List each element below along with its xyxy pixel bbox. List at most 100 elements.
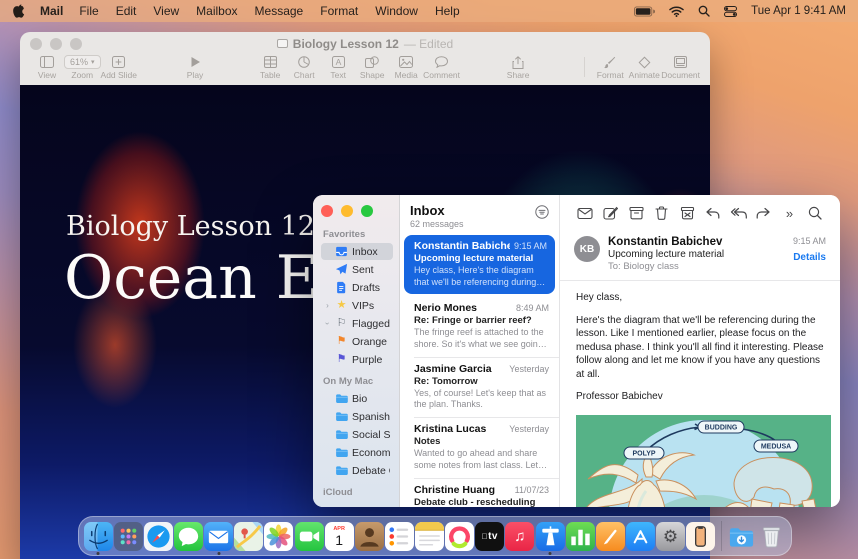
sidebar-item-sent[interactable]: Sent: [321, 261, 393, 278]
sidebar-item-label: Economics: [352, 447, 390, 459]
keynote-tool-add-slide[interactable]: Add Slide: [101, 55, 137, 80]
keynote-tool-comment[interactable]: Comment: [423, 55, 460, 80]
keynote-tool-format[interactable]: Format: [593, 55, 627, 80]
keynote-tool-share[interactable]: Share: [501, 55, 535, 80]
dock-numbers-icon[interactable]: [566, 522, 595, 551]
dock-facetime-icon[interactable]: [294, 522, 323, 551]
sidebar-item-spanish[interactable]: Spanish: [321, 408, 393, 425]
search-icon[interactable]: [804, 204, 826, 222]
chevron-right-icon[interactable]: ›: [324, 301, 331, 310]
wifi-icon[interactable]: [669, 6, 684, 17]
menu-format[interactable]: Format: [320, 4, 358, 18]
menu-edit[interactable]: Edit: [116, 4, 137, 18]
keynote-tool-document[interactable]: Document: [661, 55, 700, 80]
drafts-icon: [335, 281, 348, 294]
dock-messages-icon[interactable]: [174, 522, 203, 551]
sidebar-item-drafts[interactable]: Drafts: [321, 279, 393, 296]
apple-menu-icon[interactable]: [12, 4, 26, 18]
dock-iphone-mirroring-icon[interactable]: [686, 522, 715, 551]
dock-photos-icon[interactable]: [264, 522, 293, 551]
dock-downloads-icon[interactable]: [727, 522, 756, 551]
active-app-name[interactable]: Mail: [40, 4, 63, 18]
zoom-window-button[interactable]: [361, 205, 373, 217]
keynote-tool-view[interactable]: View: [30, 55, 64, 80]
search-icon[interactable]: [698, 5, 710, 17]
chevron-down-icon[interactable]: ›: [323, 320, 332, 327]
dock-trash-icon[interactable]: [757, 522, 786, 551]
dock-fitness-icon[interactable]: [445, 522, 474, 551]
message-row-konstantin-babichev[interactable]: Konstantin Babichev9:15 AMUpcoming lectu…: [404, 235, 555, 294]
battery-icon[interactable]: [634, 6, 655, 17]
menu-message[interactable]: Message: [255, 4, 304, 18]
control-center-icon[interactable]: [724, 6, 737, 17]
dock-calendar-icon[interactable]: APR1: [325, 522, 354, 551]
keynote-tool-zoom[interactable]: 61%▾Zoom: [64, 55, 101, 80]
sidebar-item-debate-club[interactable]: Debate Club: [321, 462, 393, 479]
inbox-icon: [335, 245, 348, 258]
dock-maps-icon[interactable]: [234, 522, 263, 551]
message-row-kristina-lucas[interactable]: Kristina LucasYesterdayNotesWanted to go…: [400, 417, 559, 477]
minimize-button[interactable]: [341, 205, 353, 217]
sidebar-item-vips[interactable]: ›★VIPs: [321, 297, 393, 314]
menu-mailbox[interactable]: Mailbox: [196, 4, 237, 18]
dock-keynote-icon[interactable]: [535, 522, 564, 551]
dock-music-icon[interactable]: ♫: [505, 522, 534, 551]
dock-notes-icon[interactable]: [415, 522, 444, 551]
keynote-window-title: Biology Lesson 12 — Edited: [20, 37, 710, 51]
avatar: KB: [574, 236, 600, 262]
compose-icon[interactable]: [600, 204, 622, 222]
more-icon[interactable]: »: [779, 204, 801, 222]
sidebar-item-orange[interactable]: ⚑Orange: [321, 333, 393, 350]
details-link[interactable]: Details: [793, 252, 826, 263]
dock-reminders-icon[interactable]: [385, 522, 414, 551]
keynote-title-bar[interactable]: Biology Lesson 12 — Edited: [20, 32, 710, 55]
menu-view[interactable]: View: [153, 4, 179, 18]
dock-appletv-icon[interactable]: tv: [475, 522, 504, 551]
keynote-tool-chart[interactable]: Chart: [287, 55, 321, 80]
running-indicator: [549, 552, 552, 555]
dock-contacts-icon[interactable]: [355, 522, 384, 551]
dock-mail-icon[interactable]: [204, 522, 233, 551]
dock-launchpad-icon[interactable]: [114, 522, 143, 551]
menu-window[interactable]: Window: [375, 4, 418, 18]
row-subject: Re: Tomorrow: [414, 376, 549, 387]
dock-finder-icon[interactable]: [84, 522, 113, 551]
reply-all-icon[interactable]: [727, 204, 749, 222]
keynote-tool-text[interactable]: AText: [321, 55, 355, 80]
mail-traffic-lights[interactable]: [321, 205, 393, 217]
menu-file[interactable]: File: [79, 4, 98, 18]
unread-icon[interactable]: [574, 204, 596, 222]
keynote-tool-media[interactable]: Media: [389, 55, 423, 80]
sidebar-item-inbox[interactable]: Inbox: [321, 243, 393, 260]
trash-icon[interactable]: [651, 204, 673, 222]
sidebar-item-label: Spanish: [352, 411, 390, 423]
sidebar-item-economics[interactable]: Economics: [321, 444, 393, 461]
close-button[interactable]: [321, 205, 333, 217]
sidebar-item-label: Inbox: [352, 246, 378, 258]
keynote-tool-play[interactable]: Play: [178, 55, 212, 80]
keynote-tool-table[interactable]: Table: [253, 55, 287, 80]
keynote-tool-shape[interactable]: Shape: [355, 55, 389, 80]
dock-settings-icon[interactable]: ⚙: [656, 522, 685, 551]
message-time: 9:15 AM: [793, 236, 826, 246]
menu-help[interactable]: Help: [435, 4, 460, 18]
sidebar-item-flagged[interactable]: ›⚐Flagged: [321, 315, 393, 332]
archive-icon[interactable]: [625, 204, 647, 222]
dock-pages-icon[interactable]: [596, 522, 625, 551]
forward-icon[interactable]: [753, 204, 775, 222]
dock-safari-icon[interactable]: [144, 522, 173, 551]
menu-bar-clock[interactable]: Tue Apr 1 9:41 AM: [751, 5, 846, 17]
sidebar-item-bio[interactable]: Bio: [321, 390, 393, 407]
message-row-christine-huang[interactable]: Christine Huang11/07/23Debate club - res…: [400, 478, 559, 508]
junk-icon[interactable]: [676, 204, 698, 222]
sidebar-item-purple[interactable]: ⚑Purple: [321, 351, 393, 368]
sidebar-item-social-studies[interactable]: Social Studies: [321, 426, 393, 443]
filter-icon[interactable]: [535, 205, 549, 219]
reply-icon[interactable]: [702, 204, 724, 222]
message-row-nerio-mones[interactable]: Nerio Mones8:49 AMRe: Fringe or barrier …: [400, 296, 559, 356]
dock-appstore-icon[interactable]: [626, 522, 655, 551]
mailbox-header: Inbox 62 messages: [400, 195, 559, 233]
keynote-tool-animate[interactable]: Animate: [627, 55, 661, 80]
message-row-jasmine-garcia[interactable]: Jasmine GarciaYesterdayRe: TomorrowYes, …: [400, 357, 559, 417]
jellyfish-lifecycle-diagram[interactable]: POLYP BUDDING MEDUSA: [576, 415, 824, 508]
